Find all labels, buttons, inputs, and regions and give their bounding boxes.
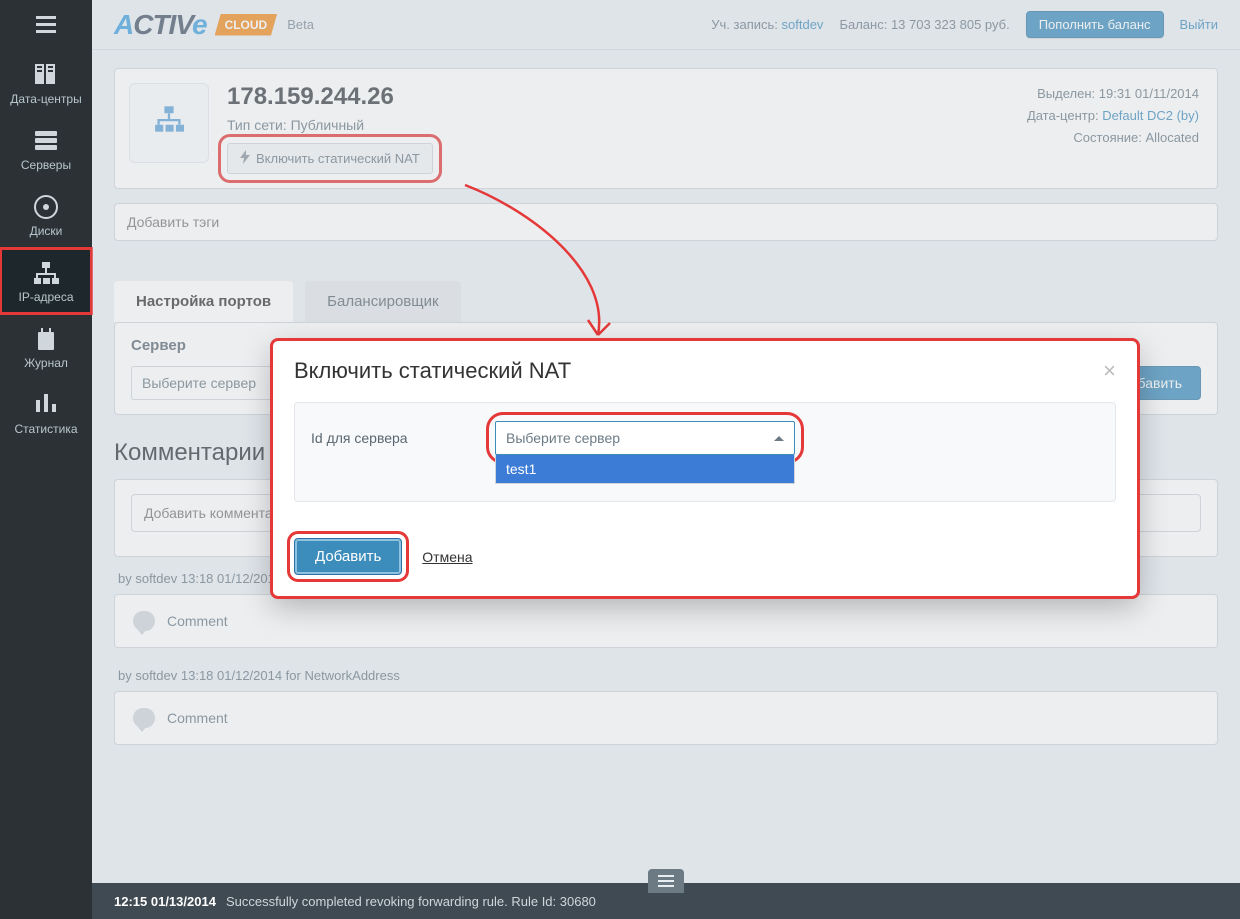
statusbar-grip[interactable] — [648, 869, 684, 893]
stats-icon — [34, 392, 58, 416]
comment-meta: by softdev 13:18 01/12/2014 for NetworkA… — [118, 668, 1214, 683]
comment-item: Comment — [114, 594, 1218, 648]
sidebar-item-label: Журнал — [24, 356, 68, 370]
modal-cancel-link[interactable]: Отмена — [422, 549, 472, 565]
logout-link[interactable]: Выйти — [1180, 17, 1219, 32]
sidebar-item-disks[interactable]: Диски — [0, 182, 92, 248]
sidebar-item-ip-addresses[interactable]: IP-адреса — [0, 248, 92, 314]
modal-header: Включить статический NAT × — [272, 340, 1138, 394]
datacenter-icon — [33, 62, 59, 86]
sidebar-item-label: Серверы — [21, 158, 71, 172]
sidebar-item-servers[interactable]: Серверы — [0, 116, 92, 182]
menu-icon — [36, 16, 56, 34]
topup-button[interactable]: Пополнить баланс — [1026, 11, 1164, 38]
balance-label: Баланс: 13 703 323 805 руб. — [839, 17, 1009, 32]
tab-ports[interactable]: Настройка портов — [114, 281, 293, 322]
comment-text: Comment — [167, 613, 228, 629]
logo-text: ACTIVe — [114, 9, 207, 41]
bolt-icon — [240, 150, 250, 167]
chevron-up-icon — [774, 436, 784, 441]
sidebar-toggle[interactable] — [0, 0, 92, 50]
ip-panel: 178.159.244.26 Тип сети: Публичный Включ… — [114, 68, 1218, 189]
sidebar-item-datacenters[interactable]: Дата-центры — [0, 50, 92, 116]
close-icon[interactable]: × — [1103, 358, 1116, 384]
comment-text: Comment — [167, 710, 228, 726]
disk-icon — [33, 194, 59, 218]
statusbar: 12:15 01/13/2014 Successfully completed … — [92, 883, 1240, 919]
sidebar-item-stats[interactable]: Статистика — [0, 380, 92, 446]
tags-input[interactable] — [114, 203, 1218, 241]
account-label: Уч. запись: softdev — [711, 17, 823, 32]
brand: ACTIVe CLOUD Beta — [114, 9, 314, 41]
comment-icon — [133, 708, 155, 728]
modal-body: Id для сервера Выберите сервер test1 — [272, 394, 1138, 520]
server-icon — [33, 128, 59, 152]
enable-nat-button[interactable]: Включить статический NAT — [227, 143, 433, 174]
journal-icon — [34, 326, 58, 350]
comment-icon — [133, 611, 155, 631]
sidebar-item-label: IP-адреса — [18, 290, 73, 304]
ip-net-type: Тип сети: Публичный — [227, 117, 433, 133]
dropdown-option[interactable]: test1 — [496, 455, 794, 483]
ip-details: 178.159.244.26 Тип сети: Публичный Включ… — [227, 83, 433, 174]
server-dropdown[interactable]: Выберите сервер test1 — [495, 421, 795, 455]
ip-title: 178.159.244.26 — [227, 83, 433, 111]
topbar: ACTIVe CLOUD Beta Уч. запись: softdev Ба… — [92, 0, 1240, 50]
dropdown-toggle[interactable]: Выберите сервер — [495, 421, 795, 455]
tabs-row: Настройка портов Балансировщик — [114, 281, 1218, 322]
ip-icon-box — [129, 83, 209, 163]
grip-icon — [658, 875, 674, 887]
modal-footer: Добавить Отмена — [272, 520, 1138, 597]
ip-right-info: Выделен: 19:31 01/11/2014 Дата-центр: De… — [1027, 83, 1199, 149]
sidebar-item-label: Статистика — [14, 422, 77, 436]
datacenter-link[interactable]: Default DC2 (by) — [1102, 108, 1199, 123]
tab-balancer[interactable]: Балансировщик — [305, 281, 460, 322]
cloud-badge: CLOUD — [215, 14, 278, 36]
comment-item: Comment — [114, 691, 1218, 745]
sidebar-item-label: Диски — [30, 224, 63, 238]
sidebar-item-journal[interactable]: Журнал — [0, 314, 92, 380]
sidebar: Дата-центры Серверы Диски IP-адреса Журн… — [0, 0, 92, 919]
network-icon — [32, 260, 60, 284]
nat-modal: Включить статический NAT × Id для сервер… — [272, 340, 1138, 597]
server-id-label: Id для сервера — [311, 430, 451, 446]
status-time: 12:15 01/13/2014 — [114, 894, 216, 909]
modal-add-button[interactable]: Добавить — [294, 538, 402, 575]
modal-form-panel: Id для сервера Выберите сервер test1 — [294, 402, 1116, 502]
dropdown-menu: test1 — [495, 455, 795, 484]
modal-title: Включить статический NAT — [294, 358, 571, 384]
beta-label: Beta — [287, 17, 314, 32]
sidebar-item-label: Дата-центры — [10, 92, 81, 106]
account-link[interactable]: softdev — [782, 17, 824, 32]
network-icon — [152, 104, 186, 142]
status-message: Successfully completed revoking forwardi… — [226, 894, 596, 909]
